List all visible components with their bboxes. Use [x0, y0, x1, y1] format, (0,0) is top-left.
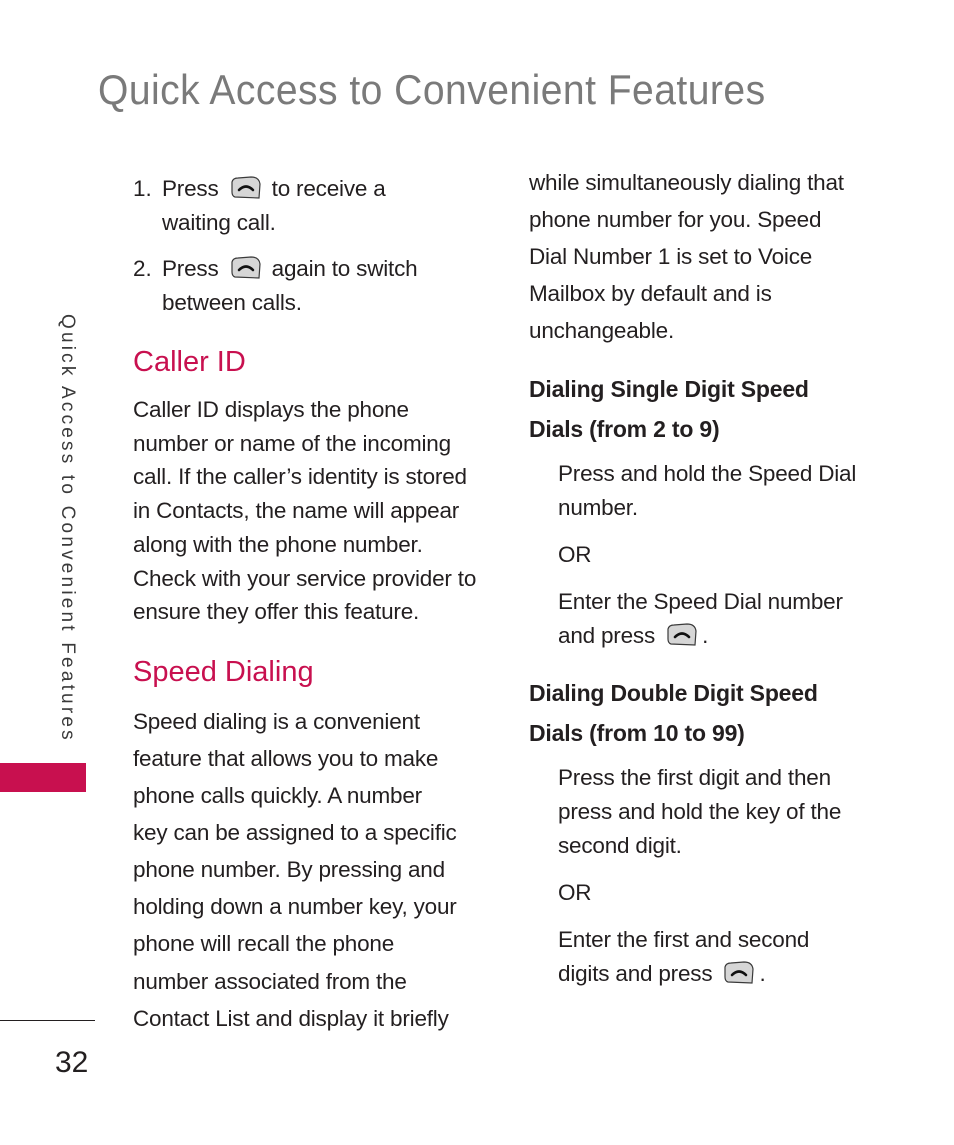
send-key-icon — [665, 623, 698, 647]
caller-id-body: Caller ID displays the phone number or n… — [133, 393, 493, 629]
step-text-line: Press to receive a — [162, 172, 493, 206]
body-line: Check with your service provider to — [133, 565, 477, 591]
step-1: 1. Press to receive a waiting call. — [133, 172, 493, 239]
double-digit-heading: Dialing Double Digit Speed Dials (from 1… — [529, 673, 899, 753]
body-line: Press the first digit and then — [558, 765, 831, 790]
caller-id-heading: Caller ID — [133, 346, 246, 378]
body-line: Dial Number 1 is set to Voice — [529, 244, 813, 269]
body-line: key can be assigned to a specific — [133, 820, 457, 846]
step-continuation: waiting call. — [162, 209, 276, 235]
body-line: number. — [558, 495, 638, 520]
body-text: . — [759, 961, 766, 986]
step-text: to receive a — [271, 176, 386, 201]
double-digit-option-1: Press the first digit and then press and… — [529, 761, 899, 863]
body-line: feature that allows you to make — [133, 746, 439, 772]
single-digit-option-1: Press and hold the Speed Dial number. — [529, 457, 899, 525]
step-2: 2. Press again to switch between calls. — [133, 252, 493, 319]
body-line: Enter the first and second — [558, 927, 810, 952]
step-number: 2. — [133, 256, 152, 281]
step-number: 1. — [133, 176, 152, 201]
footer-rule — [0, 1020, 95, 1021]
body-text: and press — [558, 623, 656, 648]
step-text-line: Press again to switch — [162, 252, 493, 286]
speed-dialing-body: Speed dialing is a convenient feature th… — [133, 703, 493, 1037]
body-line: Mailbox by default and is — [529, 281, 772, 306]
body-text: digits and press — [558, 961, 713, 986]
step-continuation: between calls. — [162, 289, 302, 315]
body-line: second digit. — [558, 833, 682, 858]
or-label: OR — [558, 542, 592, 567]
single-digit-option-2: Enter the Speed Dial number and press . — [529, 585, 899, 653]
body-text: . — [702, 623, 709, 648]
body-line-with-icon: and press . — [558, 619, 899, 653]
body-line: Caller ID displays the phone — [133, 397, 409, 422]
step-text: again to switch — [271, 256, 418, 281]
left-column: 1. Press to receive a waiting call. 2. P… — [133, 172, 493, 1037]
body-line: phone calls quickly. A number — [133, 783, 422, 809]
side-tab-label: Quick Access to Convenient Features — [57, 314, 78, 743]
body-line: phone will recall the phone — [133, 931, 395, 957]
body-line: unchangeable. — [529, 318, 675, 343]
double-digit-option-2: Enter the first and second digits and pr… — [529, 923, 899, 991]
body-line: Contact List and display it briefly — [133, 1005, 449, 1031]
body-line: number associated from the — [133, 968, 407, 994]
body-line: holding down a number key, your — [133, 894, 457, 920]
body-line: in Contacts, the name will appear — [133, 498, 460, 524]
body-line: ensure they offer this feature. — [133, 599, 420, 625]
speed-dialing-heading: Speed Dialing — [133, 655, 314, 688]
send-key-icon — [229, 176, 262, 200]
body-line: call. If the caller’s identity is stored — [133, 464, 467, 490]
body-line: press and hold the key of the — [558, 799, 842, 824]
body-line-with-icon: digits and press . — [558, 957, 899, 991]
speed-dialing-continuation: while simultaneously dialing that phone … — [529, 164, 899, 349]
send-key-icon — [722, 961, 755, 985]
right-column: while simultaneously dialing that phone … — [529, 164, 899, 1004]
send-key-icon — [229, 256, 262, 280]
single-digit-heading: Dialing Single Digit Speed Dials (from 2… — [529, 369, 899, 449]
single-digit-or: OR — [529, 538, 899, 572]
body-line: phone number for you. Speed — [529, 207, 822, 232]
step-text: Press — [162, 256, 219, 281]
body-line: Speed dialing is a convenient — [133, 708, 420, 734]
step-text: Press — [162, 176, 219, 201]
heading-line: Dialing Double Digit Speed — [529, 680, 818, 706]
body-line: Enter the Speed Dial number — [558, 589, 843, 614]
body-line: along with the phone number. — [133, 531, 423, 557]
heading-line: Dialing Single Digit Speed — [529, 376, 809, 402]
section-marker-bar — [0, 763, 86, 792]
double-digit-or: OR — [529, 876, 899, 910]
page-number: 32 — [55, 1046, 89, 1079]
body-line: phone number. By pressing and — [133, 857, 445, 883]
body-line: Press and hold the Speed Dial — [558, 461, 857, 486]
or-label: OR — [558, 880, 592, 905]
body-line: number or name of the incoming — [133, 430, 451, 456]
heading-line: Dials (from 10 to 99) — [529, 720, 745, 746]
body-line: while simultaneously dialing that — [529, 170, 844, 195]
heading-line: Dials (from 2 to 9) — [529, 416, 720, 442]
page-title: Quick Access to Convenient Features — [98, 66, 766, 113]
